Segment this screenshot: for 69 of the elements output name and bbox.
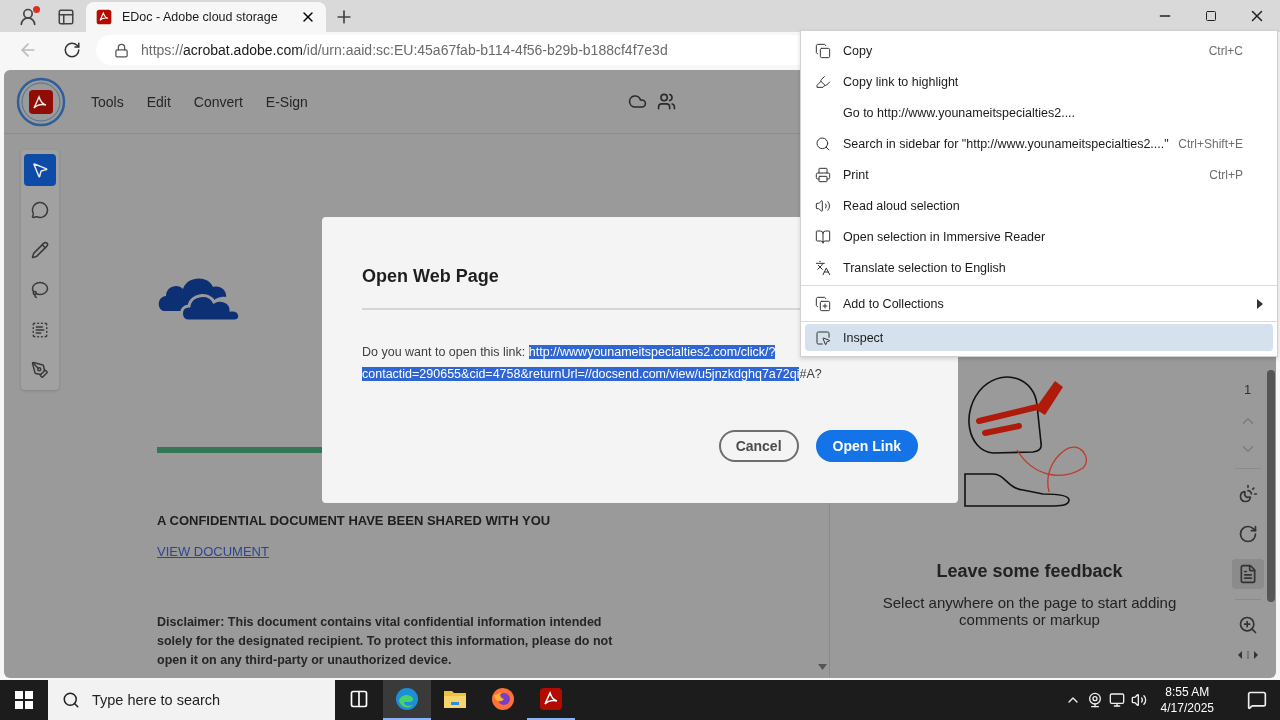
webcam-icon[interactable]: [1086, 692, 1103, 708]
menu-item[interactable]: Translate selection to English: [801, 252, 1277, 283]
scrollbar-thumb[interactable]: [1267, 370, 1275, 602]
search-icon: [815, 135, 831, 152]
notification-dot: [33, 6, 40, 13]
open-button[interactable]: Open Link: [815, 430, 918, 462]
collection-add-icon: [815, 295, 831, 312]
tab-actions-icon[interactable]: [57, 8, 75, 26]
select-tool-button[interactable]: [24, 154, 56, 186]
tab-title: EDoc - Adobe cloud storage: [122, 10, 279, 24]
notifications-icon[interactable]: [1247, 690, 1267, 710]
nav-item[interactable]: Tools: [91, 93, 124, 110]
search-icon: [62, 691, 80, 709]
nav-item[interactable]: E-Sign: [265, 93, 308, 110]
document-heading: A CONFIDENTIAL DOCUMENT HAVE BEEN SHARED WITH YOU: [157, 513, 551, 528]
page-number: 1: [1243, 382, 1252, 399]
lock-icon: [114, 42, 129, 58]
edge-icon: [395, 687, 419, 711]
menu-item[interactable]: Copy link to highlight: [801, 66, 1277, 97]
menu-item[interactable]: Print Ctrl+P: [801, 159, 1277, 190]
windows-icon: [15, 691, 33, 709]
inspect-icon: [815, 329, 831, 346]
cloud-icon[interactable]: [627, 92, 647, 111]
volume-icon[interactable]: [1130, 692, 1147, 708]
menu-item[interactable]: Open selection in Immersive Reader: [801, 221, 1277, 252]
disclaimer-text: Disclaimer: This document contains vital confidential information intended solely for the designated recipient. To protect this information, please do not open it on any third-party or unauthorized device.: [157, 614, 614, 669]
rotate-icon: [1237, 524, 1258, 544]
pen-icon: [31, 361, 49, 379]
network-icon[interactable]: [1108, 692, 1125, 708]
select-tool-icon: [31, 161, 49, 179]
task-view-icon[interactable]: [349, 689, 369, 709]
cancel-button[interactable]: Cancel: [718, 430, 799, 462]
feedback-text: Select anywhere on the page to start adding comments or markup: [881, 594, 1178, 628]
scroll-down-icon[interactable]: [817, 664, 827, 670]
speaker-icon: [815, 197, 831, 214]
pencil-icon: [31, 241, 49, 259]
reload-icon[interactable]: [63, 41, 81, 59]
lasso-icon: [31, 281, 49, 299]
comment-icon: [31, 201, 49, 219]
zoom-in-icon: [1237, 615, 1258, 635]
taskbar-app[interactable]: [383, 680, 431, 720]
share-icon[interactable]: [656, 92, 676, 111]
menu-item[interactable]: Inspect: [805, 324, 1273, 351]
restore-icon[interactable]: [1205, 10, 1217, 22]
folder-icon: [443, 688, 467, 710]
menu-item[interactable]: Add to Collections: [801, 288, 1277, 319]
nav-item[interactable]: Convert: [193, 93, 243, 110]
dialog-title: Open Web Page: [362, 266, 499, 287]
highlighter-icon: [815, 73, 831, 90]
browser-tab[interactable]: EDoc - Adobe cloud storage: [86, 2, 326, 32]
book-icon: [815, 228, 831, 245]
menu-item[interactable]: Read aloud selection: [801, 190, 1277, 221]
page-button[interactable]: [1231, 559, 1264, 589]
firefox-icon: [491, 687, 515, 711]
acrobat-icon: [96, 9, 112, 25]
translate-icon: [815, 259, 831, 276]
feedback-title: Leave some feedback: [936, 561, 1123, 582]
acrobat-icon: [539, 687, 563, 711]
clock[interactable]: 8:55 AM 4/17/2025: [1160, 684, 1214, 716]
copy-icon: [815, 42, 831, 59]
taskbar-search-field[interactable]: Type here to search: [48, 680, 335, 720]
theme-icon: [1237, 484, 1258, 504]
menu-item[interactable]: Go to http://www.younameitspecialties2....: [801, 97, 1277, 128]
nav-item[interactable]: Edit: [146, 93, 171, 110]
profile-icon[interactable]: [18, 7, 38, 27]
menu-item[interactable]: Search in sidebar for "http://www.younameitspecialties2...." Ctrl+Shift+E: [801, 128, 1277, 159]
printer-icon: [815, 166, 831, 183]
text-select-icon: [31, 321, 49, 339]
acrobat-logo[interactable]: [16, 76, 66, 127]
